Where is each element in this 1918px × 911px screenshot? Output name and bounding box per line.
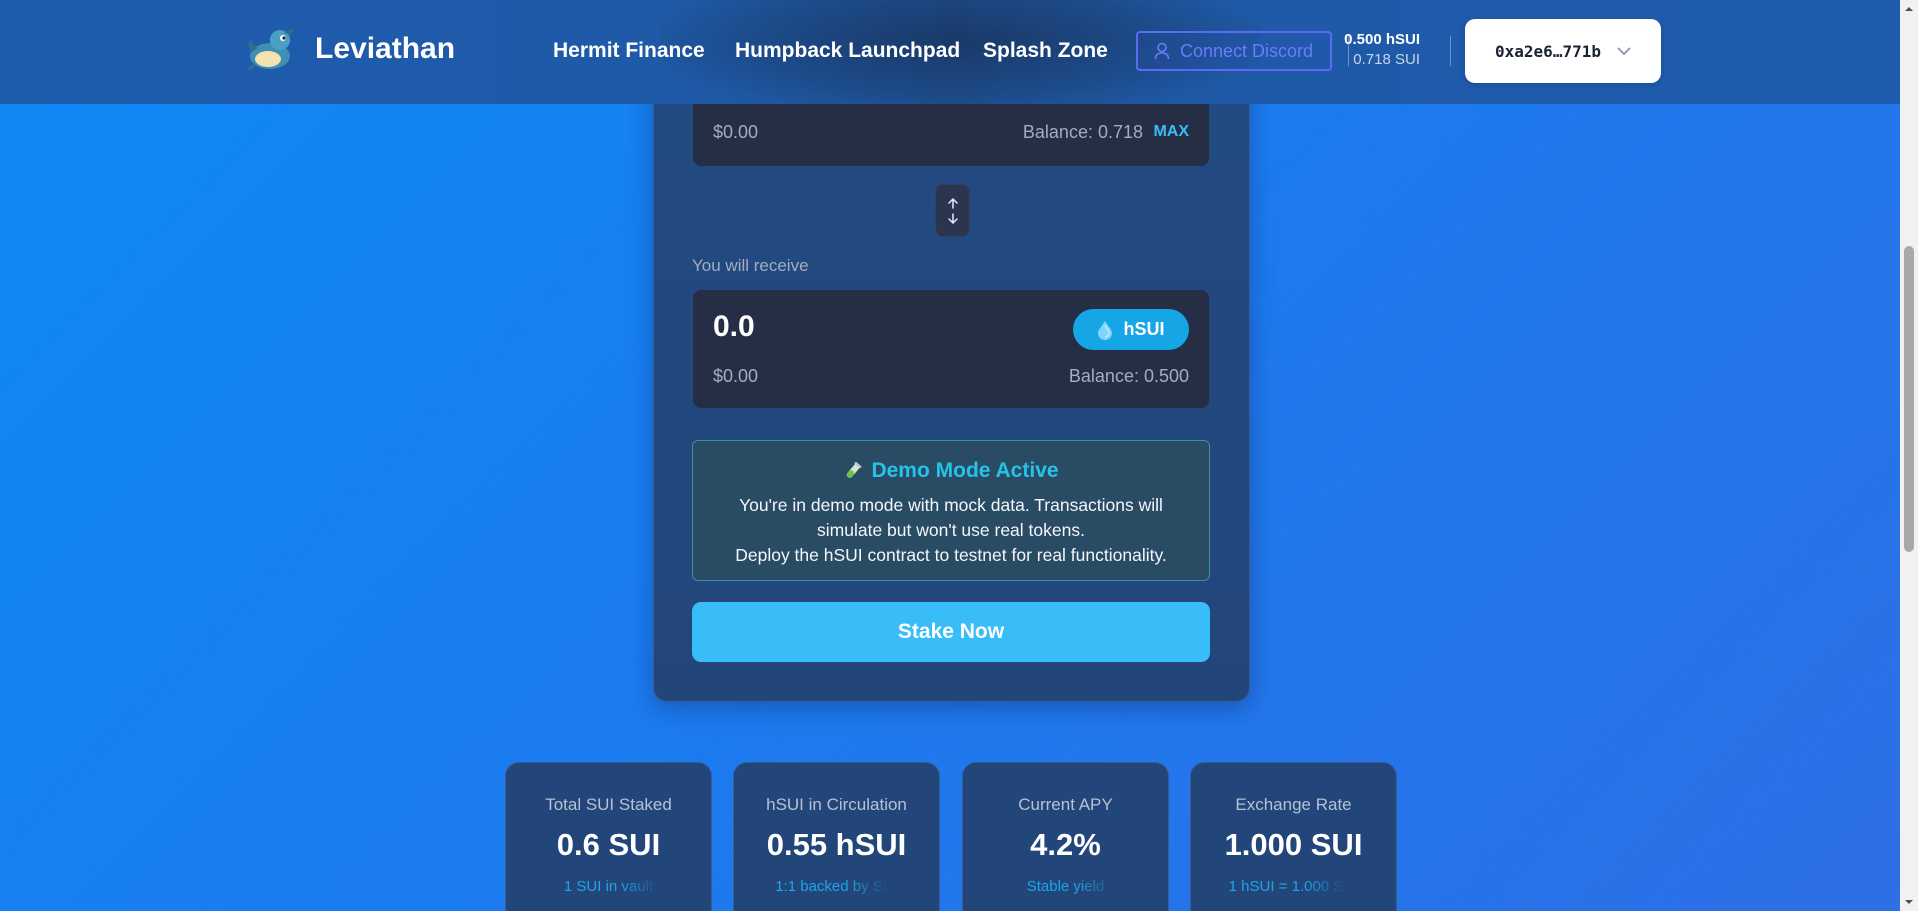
demo-mode-notice: Demo Mode Active You're in demo mode wit… [692,440,1210,581]
wallet-balance-sui: 0.718 SUI [1353,51,1420,68]
stat-value: 4.2% [1030,827,1101,862]
from-usd-value: $0.00 [713,122,759,142]
water-drop-icon [1098,320,1113,340]
max-button[interactable]: MAX [1153,123,1189,141]
demo-line: simulate but won't use real tokens. [817,520,1085,540]
from-balance: Balance: 0.718 [1022,122,1143,142]
demo-title-text: Demo Mode Active [871,459,1059,482]
nav-humpback-launchpad[interactable]: Humpback Launchpad [735,39,960,63]
page-scrollbar[interactable] [1900,0,1918,911]
stat-label: Current APY [1018,795,1113,814]
wallet-address-button[interactable]: 0xa2e6…771b [1465,19,1661,83]
demo-title: Demo Mode Active [693,459,1209,483]
stat-card-circulation: hSUI in Circulation 0.55 hSUI 1:1 backed… [733,762,940,911]
stat-label: hSUI in Circulation [766,795,907,814]
switch-direction-button[interactable] [935,184,970,237]
stat-value: 1.000 SUI [1224,827,1363,862]
to-balance: Balance: 0.500 [1068,366,1189,386]
to-usd-value: $0.00 [713,366,759,386]
stat-subtext: Stable yield [1026,878,1105,895]
stat-value: 0.6 SUI [556,827,661,862]
demo-line: Deploy the hSUI contract to testnet for … [735,545,1167,565]
stat-subtext: 1:1 backed by SUI [775,878,898,895]
stat-card-exchange-rate: Exchange Rate 1.000 SUI 1 hSUI = 1.000 S… [1190,762,1397,911]
top-navbar: Leviathan Hermit Finance Humpback Launch… [0,0,1900,104]
connect-discord-label: Connect Discord [1180,40,1314,61]
stat-label: Total SUI Staked [545,795,672,814]
nav-splash-zone[interactable]: Splash Zone [983,39,1108,63]
user-icon [1154,42,1170,60]
scroll-down-icon[interactable] [1904,897,1914,907]
stat-card-total-staked: Total SUI Staked 0.6 SUI 1 SUI in vault [505,762,712,911]
receive-label: You will receive [692,256,809,275]
wallet-address: 0xa2e6…771b [1495,41,1601,61]
token-selector-hsui[interactable]: hSUI [1073,309,1189,350]
demo-line: You're in demo mode with mock data. Tran… [739,495,1163,515]
test-tube-icon [847,461,862,478]
demo-description: You're in demo mode with mock data. Tran… [693,493,1209,568]
wallet-balance-hsui: 0.500 hSUI [1344,31,1420,48]
scrollbar-thumb[interactable] [1904,246,1914,552]
stat-card-apy: Current APY 4.2% Stable yield [962,762,1169,911]
brand-name[interactable]: Leviathan [315,32,455,66]
connect-discord-button[interactable]: Connect Discord [1136,31,1332,71]
header-divider [1450,36,1451,66]
stat-label: Exchange Rate [1235,795,1352,814]
stat-value: 0.55 hSUI [766,827,907,862]
stat-subtext: 1 hSUI = 1.000 SUI [1228,878,1359,895]
stake-now-button[interactable]: Stake Now [692,602,1210,662]
receive-amount-input[interactable] [713,310,1013,344]
chevron-down-icon [1617,47,1631,55]
nav-hermit-finance[interactable]: Hermit Finance [553,39,705,63]
sea-dragon-logo[interactable] [244,26,300,74]
token-symbol: hSUI [1123,319,1165,339]
scroll-up-icon[interactable] [1904,4,1914,14]
swap-arrows-icon [947,197,958,224]
stat-subtext: 1 SUI in vault [563,878,654,895]
